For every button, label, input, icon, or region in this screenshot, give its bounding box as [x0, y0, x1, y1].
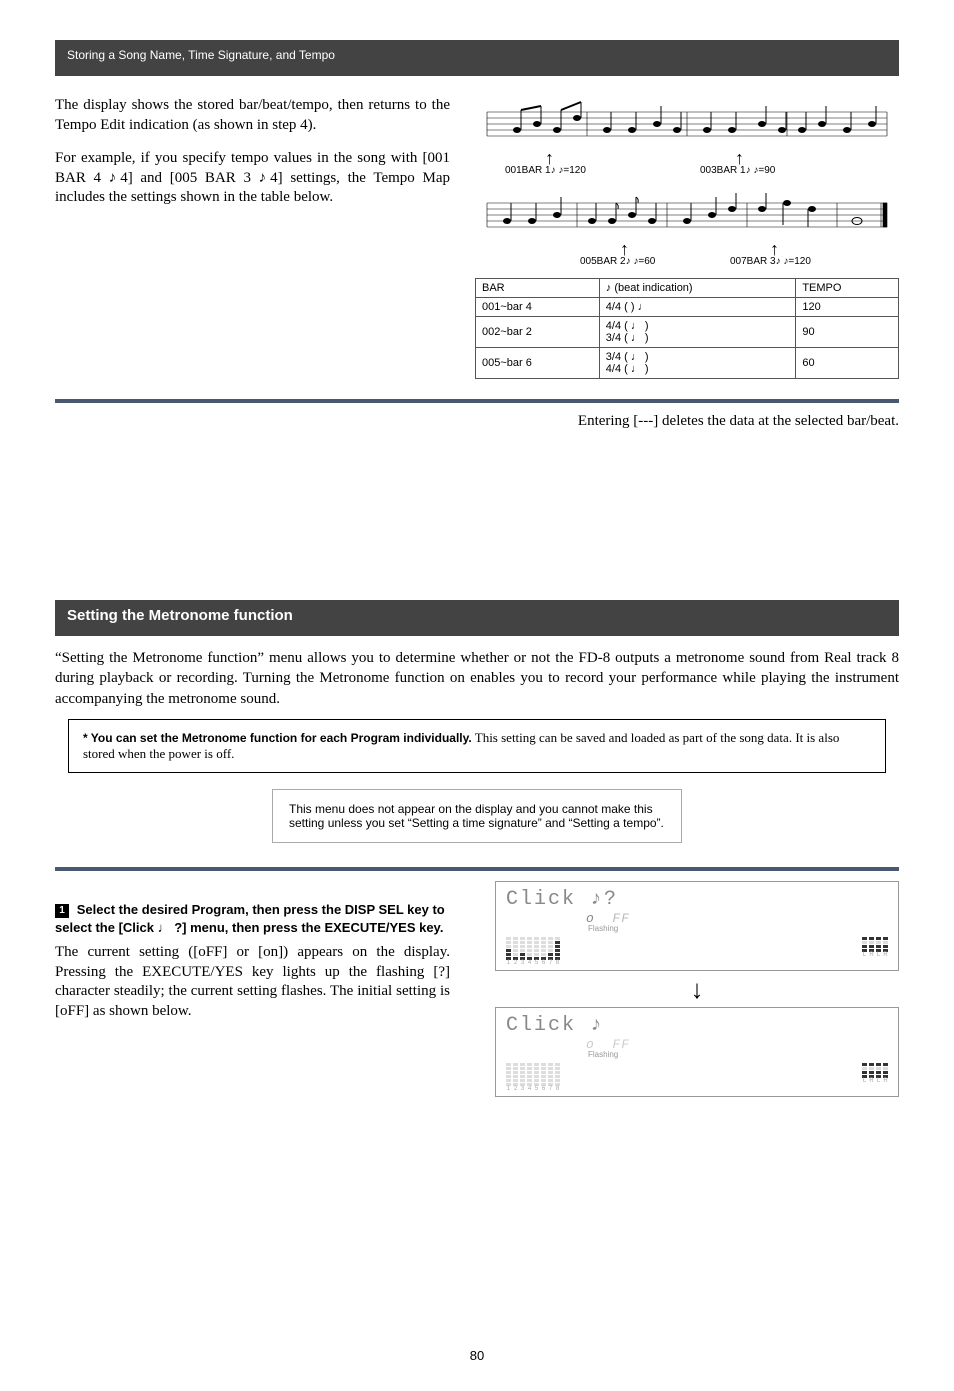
- page-number: 80: [0, 1348, 954, 1363]
- music-staff-1: [475, 96, 899, 146]
- para-display-shows: The display shows the stored bar/beat/te…: [55, 96, 450, 135]
- lcd-display-2: Click ♪ o FF Flashing 12345678: [495, 1007, 899, 1097]
- step-1-body: The current setting ([oFF] or [on]) appe…: [55, 943, 450, 1021]
- arrow-up-icon: ↑: [735, 151, 744, 165]
- lcd-line-1: Click ♪: [506, 1014, 888, 1037]
- divider: [55, 867, 899, 871]
- table-header-tempo: TEMPO: [796, 279, 899, 298]
- arrow-down-icon: ↓: [495, 975, 899, 1005]
- lcd-display-1: Click ♪? o FF Flashing 12345678: [495, 881, 899, 971]
- metronome-description: “Setting the Metronome function” menu al…: [55, 648, 899, 709]
- table-header-beat: ♪ (beat indication): [599, 279, 796, 298]
- tempo-map-table: BAR ♪ (beat indication) TEMPO 001~bar 4 …: [475, 278, 899, 379]
- para-example: For example, if you specify tempo values…: [55, 149, 450, 208]
- staff2-arrow1-label: 005BAR 2♪ ♪=60: [580, 256, 655, 267]
- flashing-label: Flashing: [588, 1050, 888, 1059]
- memo-lead: * You can set the Metronome function for…: [83, 731, 472, 745]
- step-number-icon: 1: [55, 904, 69, 918]
- page-header-breadcrumb: Storing a Song Name, Time Signature, and…: [67, 48, 335, 62]
- music-staff-2: [475, 187, 899, 237]
- flashing-label: Flashing: [588, 924, 888, 933]
- section-heading-metronome: Setting the Metronome function: [67, 607, 293, 624]
- table-header-bar: BAR: [476, 279, 600, 298]
- staff2-arrow2-label: 007BAR 3♪ ♪=120: [730, 256, 811, 267]
- arrow-up-icon: ↑: [770, 242, 779, 256]
- table-row: 002~bar 2 4/4 ( ♩ )3/4 ( ♩ ) 90: [476, 317, 899, 348]
- divider: [55, 399, 899, 403]
- arrow-up-icon: ↑: [620, 242, 629, 256]
- lcd-line-1: Click ♪?: [506, 888, 888, 911]
- table-row: 001~bar 4 4/4 ( ) ♩ 120: [476, 298, 899, 317]
- memo-box: * You can set the Metronome function for…: [68, 719, 886, 773]
- staff1-arrow1-label: 001BAR 1♪ ♪=120: [505, 165, 586, 176]
- prerequisite-note-box: This menu does not appear on the display…: [272, 789, 682, 843]
- step-1-heading: Select the desired Program, then press t…: [55, 902, 445, 935]
- arrow-up-icon: ↑: [545, 151, 554, 165]
- table-row: 005~bar 6 3/4 ( ♩ )4/4 ( ♩ ) 60: [476, 348, 899, 379]
- delete-note: Entering [---] deletes the data at the s…: [578, 413, 899, 429]
- staff1-arrow2-label: 003BAR 1♪ ♪=90: [700, 165, 775, 176]
